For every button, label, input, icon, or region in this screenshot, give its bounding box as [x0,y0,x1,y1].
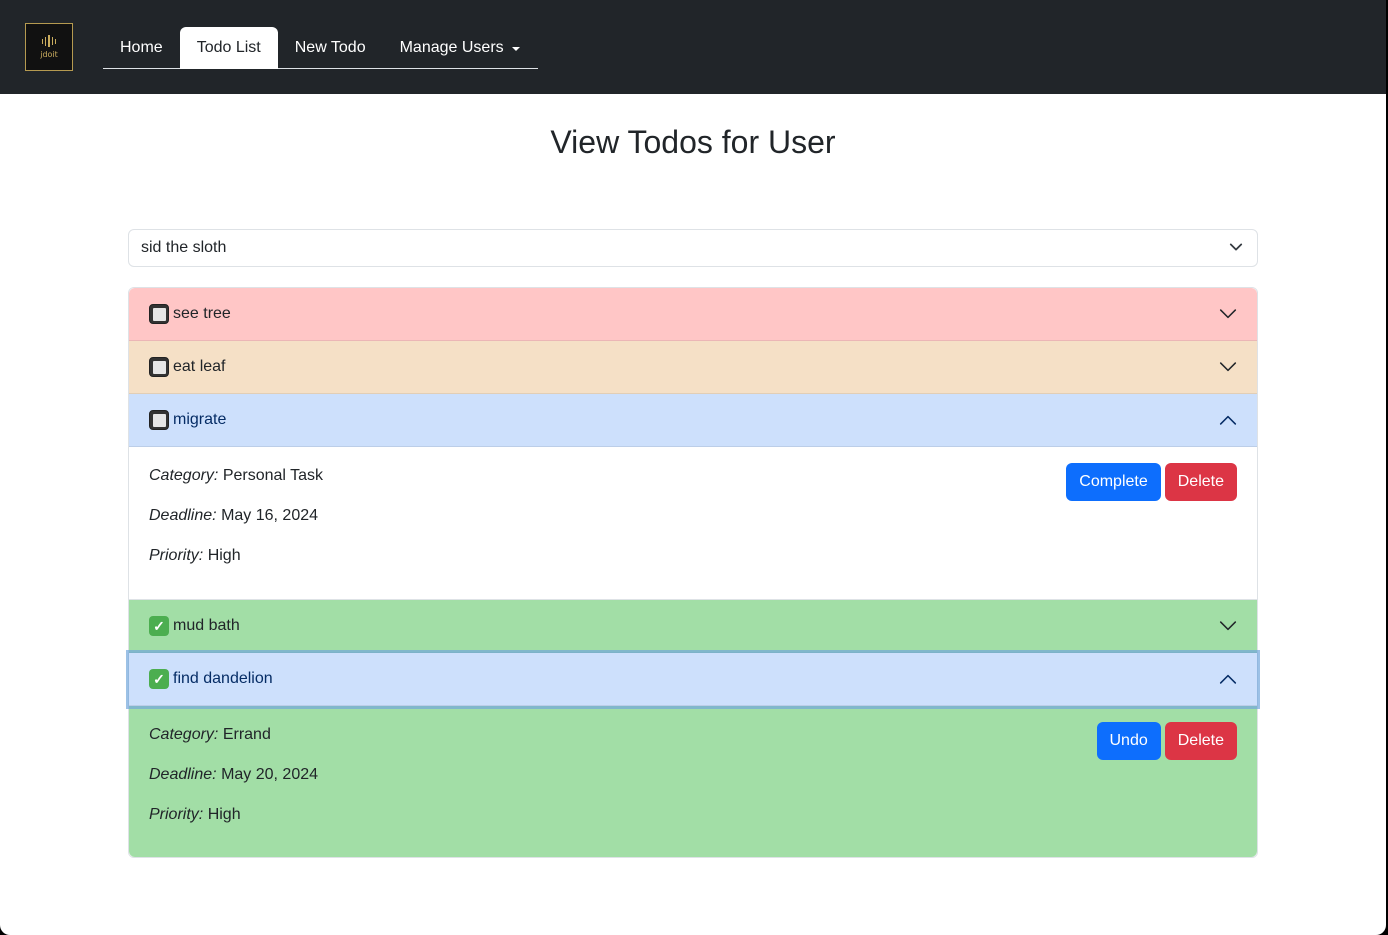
caret-down-icon [511,46,520,51]
tab-todo-list[interactable]: Todo List [179,27,278,69]
deadline-label: Deadline: [149,507,217,524]
check-mark-icon: ✓ [149,616,169,636]
category-value: Errand [222,726,271,743]
deadline-value: May 20, 2024 [221,766,319,783]
category-label: Category: [149,467,219,484]
todo-body-migrate: Category: Personal Task Deadline: May 16… [129,447,1257,600]
priority-value: High [207,547,241,564]
todo-header-find-dandelion[interactable]: ✓ find dandelion [129,653,1257,706]
todo-header-eat-leaf[interactable]: eat leaf [129,341,1257,394]
tab-home[interactable]: Home [103,27,180,68]
nav-tabs: Home Todo List New Todo Manage Users [103,27,538,69]
delete-button[interactable]: Delete [1164,463,1237,501]
priority-label: Priority: [149,547,204,564]
user-select-value: sid the sloth [141,239,227,256]
chevron-down-icon [1219,362,1237,372]
todo-title: eat leaf [173,358,226,375]
category-label: Category: [149,726,219,743]
tab-new-todo[interactable]: New Todo [278,27,383,68]
navbar: jdoit Home Todo List New Todo Manage Use… [0,0,1386,94]
todo-title: see tree [173,305,231,322]
check-mark-icon: ✓ [149,669,169,689]
todo-header-migrate[interactable]: migrate [129,394,1257,447]
todo-title: migrate [173,411,227,428]
todo-deadline: Deadline: May 16, 2024 [149,506,1237,526]
complete-button[interactable]: Complete [1066,463,1161,501]
page-title: View Todos for User [550,124,836,160]
delete-button[interactable]: Delete [1164,722,1237,760]
deadline-label: Deadline: [149,766,217,783]
todo-actions: Undo Delete [1096,722,1237,760]
todo-body-find-dandelion: Category: Errand Deadline: May 20, 2024 … [129,706,1257,857]
logo-text: jdoit [40,50,58,59]
tab-manage-users[interactable]: Manage Users [383,27,537,68]
chevron-down-icon [1229,243,1243,251]
empty-checkbox-icon [149,304,169,324]
chevron-up-icon [1219,674,1237,684]
chevron-down-icon [1219,309,1237,319]
todo-actions: Complete Delete [1066,463,1237,501]
user-select[interactable]: sid the sloth [128,229,1258,267]
priority-value: High [207,806,241,823]
empty-checkbox-icon [149,410,169,430]
deadline-value: May 16, 2024 [221,507,319,524]
empty-checkbox-icon [149,357,169,377]
waveform-icon [41,35,57,47]
category-value: Personal Task [222,467,324,484]
todo-header-see-tree[interactable]: see tree [129,288,1257,341]
todo-accordion: see tree eat leaf migrate Category: Pers… [128,287,1258,858]
todo-header-mud-bath[interactable]: ✓ mud bath [129,600,1257,653]
todo-priority: Priority: High [149,546,1237,566]
brand-logo[interactable]: jdoit [25,23,73,71]
todo-priority: Priority: High [149,805,1237,825]
chevron-down-icon [1219,621,1237,631]
todo-title: mud bath [173,617,240,634]
chevron-up-icon [1219,415,1237,425]
priority-label: Priority: [149,806,204,823]
app-window: jdoit Home Todo List New Todo Manage Use… [0,0,1386,935]
todo-deadline: Deadline: May 20, 2024 [149,765,1237,785]
undo-button[interactable]: Undo [1096,722,1161,760]
tab-manage-users-label: Manage Users [399,38,504,56]
todo-title: find dandelion [173,670,273,687]
todo-category: Category: Errand [149,725,1237,745]
